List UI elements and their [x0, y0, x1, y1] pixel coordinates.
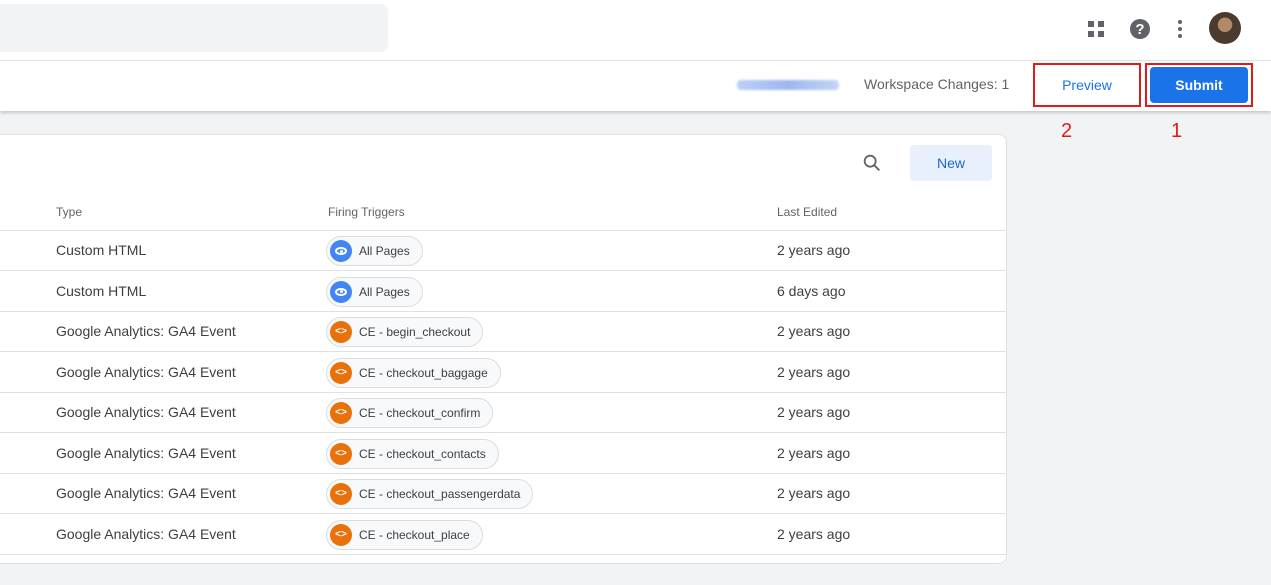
tags-table-card: New Type Firing Triggers Last Edited Cus…	[0, 134, 1007, 564]
submit-button[interactable]: Submit	[1150, 67, 1248, 103]
table-row[interactable]: Google Analytics: GA4 Event <> CE - checko…	[0, 393, 1006, 433]
trigger-label: CE - checkout_contacts	[359, 446, 486, 461]
code-icon: <>	[330, 483, 352, 505]
trigger-chip[interactable]: All Pages	[326, 236, 423, 266]
tag-type: Google Analytics: GA4 Event	[56, 404, 236, 420]
trigger-label: CE - checkout_baggage	[359, 365, 488, 380]
last-edited: 2 years ago	[777, 485, 851, 501]
table-row[interactable]: Google Analytics: GA4 Event <> CE - begin_…	[0, 312, 1006, 352]
last-edited: 6 days ago	[777, 282, 846, 299]
annotation-marker-submit: 1	[1171, 120, 1183, 142]
workspace-changes-label: Workspace Changes: 1	[864, 76, 1010, 92]
tag-type: Google Analytics: GA4 Event	[56, 323, 236, 339]
eye-icon	[330, 280, 352, 303]
trigger-chip[interactable]: <> CE - checkout_confirm	[326, 398, 494, 428]
tag-type: Custom HTML	[56, 242, 147, 258]
trigger-chip[interactable]: <> CE - checkout_place	[326, 519, 483, 550]
table-row[interactable]: Google Analytics: GA4 Event <> CE - checko…	[0, 353, 1006, 393]
table-row[interactable]: Google Analytics: GA4 Event <> CE - checko…	[0, 515, 1006, 555]
code-icon: <>	[330, 361, 352, 384]
code-icon: <>	[330, 523, 352, 546]
last-edited: 2 years ago	[777, 323, 851, 339]
trigger-label: All Pages	[359, 244, 410, 258]
new-tag-button[interactable]: New	[910, 145, 992, 181]
tag-type: Google Analytics: GA4 Event	[56, 444, 236, 461]
table-row[interactable]: Custom HTML All Pages 6 days ago	[0, 272, 1006, 312]
top-app-bar: ?	[0, 0, 1271, 61]
tag-type: Custom HTML	[56, 282, 147, 299]
last-edited: 2 years ago	[777, 525, 851, 542]
last-edited: 2 years ago	[777, 444, 851, 461]
last-edited: 2 years ago	[777, 404, 851, 420]
tag-type: Google Analytics: GA4 Event	[56, 485, 236, 501]
table-header: Type Firing Triggers Last Edited	[0, 193, 1006, 231]
trigger-chip[interactable]: All Pages	[326, 276, 423, 307]
trigger-label: CE - checkout_place	[359, 527, 470, 542]
trigger-label: CE - begin_checkout	[359, 325, 471, 339]
trigger-chip[interactable]: <> CE - checkout_contacts	[326, 438, 499, 469]
avatar[interactable]	[1209, 12, 1241, 44]
code-icon: <>	[330, 321, 352, 343]
search-icon[interactable]	[861, 152, 883, 174]
column-header-last-edited[interactable]: Last Edited	[777, 205, 837, 219]
table-row[interactable]: Google Analytics: GA4 Event <> CE - checko…	[0, 434, 1006, 474]
trigger-chip[interactable]: <> CE - checkout_baggage	[326, 357, 501, 388]
help-icon[interactable]: ?	[1128, 17, 1152, 41]
container-id-redacted	[737, 80, 839, 90]
table-row[interactable]: Google Analytics: GA4 Event <> CE - checko…	[0, 474, 1006, 514]
column-header-firing-triggers[interactable]: Firing Triggers	[328, 205, 405, 219]
last-edited: 2 years ago	[777, 242, 851, 258]
more-vert-icon[interactable]	[1168, 17, 1192, 41]
search-bar[interactable]	[0, 4, 388, 52]
trigger-chip[interactable]: <> CE - begin_checkout	[326, 317, 484, 347]
code-icon: <>	[330, 442, 352, 465]
tag-type: Google Analytics: GA4 Event	[56, 363, 236, 380]
preview-button[interactable]: Preview	[1038, 67, 1136, 103]
tag-type: Google Analytics: GA4 Event	[56, 525, 236, 542]
trigger-label: CE - checkout_passengerdata	[359, 487, 521, 501]
trigger-label: All Pages	[359, 284, 410, 299]
table-row[interactable]: Custom HTML All Pages 2 years ago	[0, 231, 1006, 271]
code-icon: <>	[330, 402, 352, 424]
eye-icon	[330, 240, 352, 262]
annotation-marker-preview: 2	[1061, 120, 1073, 142]
trigger-chip[interactable]: <> CE - checkout_passengerdata	[326, 479, 534, 509]
apps-grid-icon[interactable]	[1084, 17, 1108, 41]
column-header-type[interactable]: Type	[56, 205, 82, 219]
workspace-toolbar: Workspace Changes: 1 Preview Submit	[0, 61, 1271, 111]
last-edited: 2 years ago	[777, 363, 851, 380]
trigger-label: CE - checkout_confirm	[359, 406, 481, 420]
